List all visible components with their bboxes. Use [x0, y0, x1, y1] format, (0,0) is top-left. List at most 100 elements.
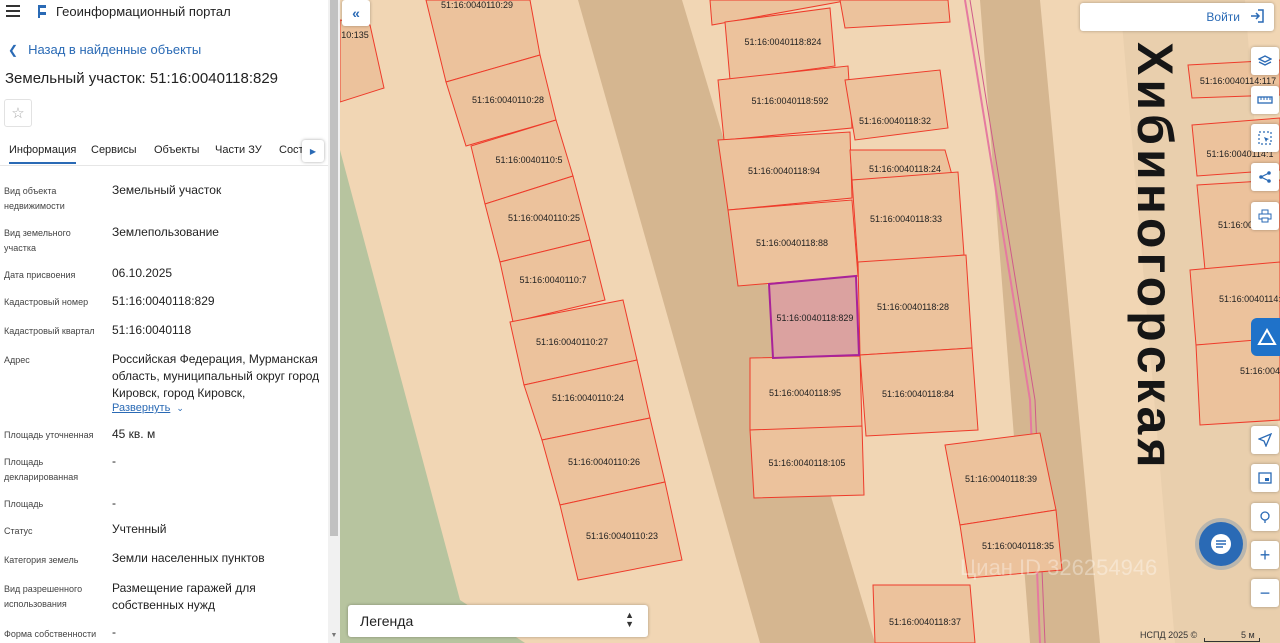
- login-button[interactable]: Войти: [1206, 10, 1240, 24]
- prop-label-area-declared: Площадь декларированная: [4, 457, 79, 482]
- tab-info[interactable]: Информация: [9, 144, 77, 164]
- prop-label-parcel-type: Вид земельного участка: [4, 228, 71, 253]
- login-bar: Войти: [1080, 3, 1274, 31]
- prop-value-parcel-type: Землепользование: [112, 225, 219, 239]
- tab-bar: Информация Сервисы Объекты Части ЗУ Сост…: [0, 138, 328, 166]
- parcel-label: 51:16:0040118:37: [889, 617, 961, 627]
- parcel-label: 51:16:0040118:24: [869, 164, 941, 174]
- prop-value-area: -: [112, 496, 116, 510]
- panel-scrollbar[interactable]: ▼: [328, 0, 340, 643]
- minus-icon: −: [1259, 582, 1271, 603]
- login-icon[interactable]: [1250, 9, 1264, 23]
- prop-label-permitted-use: Вид разрешенного использования: [4, 584, 83, 609]
- select-area-button[interactable]: [1251, 124, 1279, 152]
- watermark: Циан ID 326254946: [960, 555, 1157, 580]
- share-icon: [1259, 171, 1271, 183]
- ruler-icon: [1257, 96, 1273, 104]
- legend-label: Легенда: [360, 613, 414, 629]
- favorite-button[interactable]: ☆: [4, 99, 32, 127]
- parcel-18: [839, 0, 951, 29]
- parcel-26: [872, 584, 976, 643]
- minimap-button[interactable]: [1251, 464, 1279, 492]
- parcel-label: 51:16:0040118:32: [859, 116, 931, 126]
- parcel-label: 51:16:0040118:39: [965, 474, 1037, 484]
- location-pin-button[interactable]: [1251, 503, 1279, 531]
- tabs-scroll-right-button[interactable]: ▶: [302, 140, 324, 162]
- zoom-in-button[interactable]: +: [1251, 541, 1279, 569]
- prop-value-address: Российская Федерация, Мурманская область…: [112, 352, 320, 400]
- prop-label-area-refined: Площадь уточненная: [4, 430, 94, 440]
- prop-label-status: Статус: [4, 526, 33, 536]
- info-panel: Геоинформационный портал ❮ Назад в найде…: [0, 0, 340, 643]
- menu-icon[interactable]: [6, 5, 20, 17]
- prop-value-object-type: Земельный участок: [112, 183, 222, 197]
- collapse-panel-button[interactable]: «: [342, 0, 370, 26]
- prop-value-area-refined: 45 кв. м: [112, 427, 156, 441]
- extension-badge[interactable]: [1251, 318, 1280, 356]
- prop-value-assign-date: 06.10.2025: [112, 266, 173, 280]
- minimap-icon: [1258, 472, 1272, 484]
- prop-value-land-category: Земли населенных пунктов: [112, 551, 265, 565]
- map-pin-icon: [1260, 511, 1270, 523]
- map-attribution: НСПД 2025 ©: [1140, 630, 1198, 640]
- prop-label-cadastral-number: Кадастровый номер: [4, 297, 89, 307]
- geolocation-button[interactable]: [1251, 426, 1279, 454]
- prop-value-cadastral-quarter: 51:16:0040118: [112, 323, 192, 337]
- page-title: Земельный участок: 51:16:0040118:829: [5, 70, 279, 87]
- portal-title: Геоинформационный портал: [56, 4, 231, 19]
- top-bar: Геоинформационный портал: [0, 0, 340, 24]
- tab-objects[interactable]: Объекты: [154, 144, 199, 156]
- parcel-19: [844, 69, 949, 141]
- map-canvas[interactable]: Хибиногорская Циан ID 326254946 10:135 5…: [340, 0, 1280, 643]
- parcel-label: 10:135: [341, 30, 369, 40]
- prop-value-ownership-form: -: [112, 625, 116, 639]
- prop-label-land-category: Категория земель: [4, 555, 79, 565]
- chevron-left-icon: ❮: [8, 42, 19, 57]
- star-icon: ☆: [11, 105, 25, 122]
- prop-value-status: Учтенный: [112, 522, 167, 536]
- parcel-label: 51:16:0040110:23: [586, 531, 658, 541]
- panel-scrollbar-thumb[interactable]: [330, 0, 338, 536]
- prop-label-cadastral-quarter: Кадастровый квартал: [4, 326, 95, 336]
- parcel-label: 51:16:0040118:592: [752, 96, 829, 106]
- parcel-label: 51:16:0040114:117: [1200, 76, 1276, 86]
- chat-icon: [1211, 534, 1231, 554]
- chat-button[interactable]: [1199, 522, 1243, 566]
- back-link-label: Назад в найденные объекты: [28, 42, 202, 57]
- tab-parts[interactable]: Части ЗУ: [215, 144, 262, 156]
- parcel-label: 51:16:0040118:33: [870, 214, 942, 224]
- parcel-label: 51:16:0040118:88: [756, 238, 828, 248]
- prop-label-ownership-form: Форма собственности: [4, 629, 97, 639]
- parcel-label: 51:16:0040110:27: [536, 337, 608, 347]
- parcel-label: 51:16:0040110:7: [520, 275, 587, 285]
- parcel-label: 51:16:0040110:26: [568, 457, 640, 467]
- parcel-label: 51:16:0040118:95: [769, 388, 841, 398]
- expand-address-link[interactable]: Развернуть ⌄: [112, 402, 184, 414]
- scale-label: 5 м: [1241, 630, 1255, 640]
- tab-services[interactable]: Сервисы: [91, 144, 137, 156]
- prop-value-permitted-use: Размещение гаражей для собственных нужд: [112, 581, 256, 612]
- layers-icon: [1258, 55, 1272, 66]
- print-button[interactable]: [1251, 202, 1279, 230]
- portal-logo-icon: [38, 5, 46, 18]
- parcel-label: 51:16:004: [1240, 366, 1280, 376]
- prop-label-address: Адрес: [4, 355, 30, 365]
- prop-label-object-type: Вид объекта недвижимости: [4, 186, 65, 211]
- parcel-label: 51:16:0040110:24: [552, 393, 624, 403]
- share-button[interactable]: [1251, 163, 1279, 191]
- scroll-down-icon[interactable]: ▼: [330, 632, 338, 640]
- parcel-label: 51:16:0040118:84: [882, 389, 954, 399]
- parcel-label: 51:16:0040118:824: [745, 37, 822, 47]
- back-to-results-link[interactable]: ❮ Назад в найденные объекты: [8, 42, 201, 57]
- parcel-label: 51:16:0040118:829: [777, 313, 854, 323]
- measure-button[interactable]: [1251, 86, 1279, 114]
- layers-button[interactable]: [1251, 47, 1279, 75]
- triangle-right-icon: ▶: [309, 146, 317, 156]
- parcel-label: 51:16:0040110:29: [441, 0, 513, 10]
- chevron-down-icon: ⌄: [176, 403, 184, 413]
- zoom-out-button[interactable]: −: [1251, 579, 1279, 607]
- prop-value-cadastral-number: 51:16:0040118:829: [112, 294, 215, 308]
- legend-select[interactable]: Легенда ▲ ▼: [348, 605, 648, 637]
- select-area-icon: [1258, 131, 1272, 145]
- badge-logo-icon: [1257, 327, 1277, 345]
